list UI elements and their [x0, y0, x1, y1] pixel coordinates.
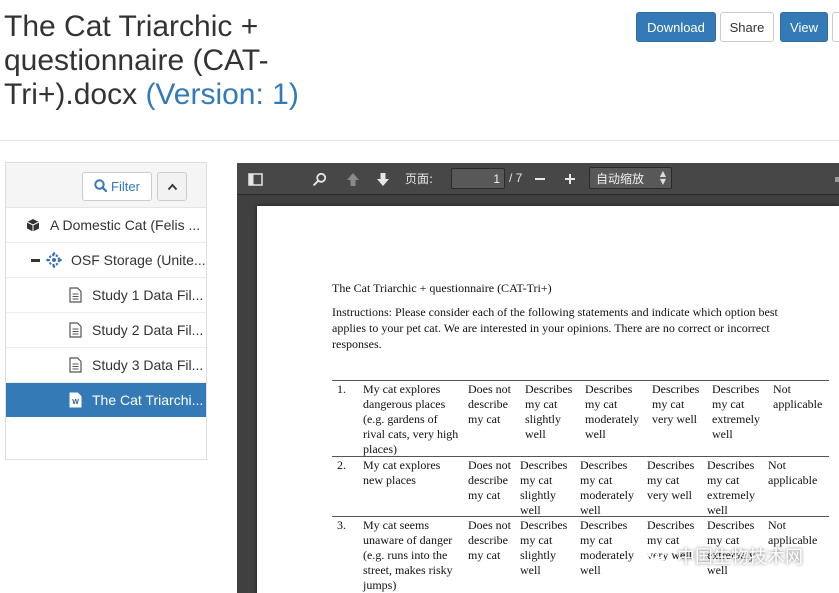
select-arrows-icon: ▲ ▼	[659, 169, 666, 186]
tree-item-label: Study 1 Data Fil...	[92, 287, 204, 303]
page-label: 页面:	[405, 172, 434, 186]
cube-icon	[25, 216, 41, 234]
pdf-toolbar: 页面: / 7 自动缩放 ▲▼	[237, 163, 839, 195]
share-button[interactable]: Share	[720, 12, 774, 42]
header-divider	[0, 140, 839, 141]
item-number: 3.	[337, 518, 346, 532]
file-tree-header: Filter	[6, 163, 206, 208]
tree-item-label: The Cat Triarchi...	[92, 392, 204, 408]
next-page-icon[interactable]	[374, 170, 392, 188]
table-rule	[332, 380, 829, 381]
option-cell: Describes my cat very well	[652, 382, 700, 426]
zoom-in-icon[interactable]	[561, 170, 579, 188]
tree-item-label: A Domestic Cat (Felis ...	[50, 217, 201, 233]
page-total: / 7	[509, 171, 523, 185]
zoom-value: 自动缩放	[596, 171, 645, 186]
option-cell: Describes my cat slightly well	[525, 382, 573, 441]
option-cell: Describes my cat slightly well	[520, 518, 568, 577]
item-number: 1.	[337, 382, 346, 396]
option-cell: Does not describe my cat	[468, 382, 511, 426]
item-statement: My cat explores new places	[363, 458, 441, 487]
file-icon	[67, 286, 83, 304]
filter-label: Filter	[111, 179, 140, 194]
option-cell: Describes my cat extremely well	[707, 458, 755, 517]
tree-item-label: Study 2 Data Fil...	[92, 322, 204, 338]
watermark-text: 中国生物技术网	[677, 547, 803, 568]
pdf-viewer: 页面: / 7 自动缩放 ▲▼ The Cat Triarchic + ques…	[237, 163, 839, 593]
file-tree-empty-area	[6, 417, 206, 459]
chevron-up-icon	[167, 178, 178, 196]
search-icon[interactable]	[311, 170, 329, 188]
filter-button[interactable]: Filter	[82, 172, 152, 201]
svg-text:W: W	[72, 399, 79, 406]
sidebar-toggle-icon[interactable]	[246, 170, 264, 188]
version-label[interactable]: (Version: 1)	[145, 78, 298, 111]
item-number: 2.	[337, 458, 346, 472]
download-button[interactable]: Download	[636, 12, 716, 42]
document-title: The Cat Triarchic + questionnaire (CAT-T…	[332, 281, 552, 295]
tree-item-project[interactable]: A Domestic Cat (Felis ...	[6, 208, 206, 243]
item-statement: My cat seems unaware of danger (e.g. run…	[363, 518, 453, 592]
tree-item-osf-storage[interactable]: OSF Storage (Unite...	[6, 243, 206, 278]
view-button[interactable]: View	[780, 12, 828, 42]
file-icon	[67, 321, 83, 339]
toolbar-overflow-indicator[interactable]	[835, 177, 839, 182]
page-number-input[interactable]	[451, 168, 505, 189]
option-cell: Describes my cat moderately well	[585, 382, 639, 441]
minus-icon[interactable]	[31, 258, 40, 262]
watermark: 中国生物技术网	[647, 543, 803, 569]
search-icon	[94, 178, 108, 195]
pdf-page: The Cat Triarchic + questionnaire (CAT-T…	[257, 206, 839, 593]
zoom-out-icon[interactable]	[531, 170, 549, 188]
page-title: The Cat Triarchic + questionnaire (CAT-T…	[4, 10, 334, 112]
tree-item-study2[interactable]: Study 2 Data Fil...	[6, 313, 206, 348]
previous-page-icon[interactable]	[344, 170, 362, 188]
tree-item-study1[interactable]: Study 1 Data Fil...	[6, 278, 206, 313]
collapse-button[interactable]	[157, 172, 187, 201]
tree-item-selected-file[interactable]: W The Cat Triarchi...	[6, 383, 206, 418]
document-instructions: Instructions: Please consider each of th…	[332, 305, 778, 351]
tree-item-label: Study 3 Data Fil...	[92, 357, 204, 373]
file-tree-panel: Filter A Domestic Cat (Felis ... OSF Sto…	[5, 162, 207, 460]
item-statement: My cat explores dangerous places (e.g. g…	[363, 382, 459, 456]
option-cell: Describes my cat moderately well	[580, 518, 634, 577]
wechat-icon	[647, 544, 671, 569]
option-cell: Describes my cat very well	[647, 458, 695, 502]
option-cell: Describes my cat extremely well	[712, 382, 760, 441]
tree-item-label: OSF Storage (Unite...	[71, 252, 206, 268]
storage-icon	[46, 251, 62, 269]
option-cell: Describes my cat moderately well	[580, 458, 634, 517]
option-cell: Not applicable	[773, 382, 823, 411]
zoom-select[interactable]: 自动缩放 ▲ ▼	[589, 167, 672, 189]
tree-item-study3[interactable]: Study 3 Data Fil...	[6, 348, 206, 383]
option-cell: Describes my cat slightly well	[520, 458, 568, 517]
word-file-icon: W	[67, 391, 83, 409]
option-cell: Not applicable	[768, 458, 818, 487]
option-cell: Does not describe my cat	[468, 458, 511, 502]
file-icon	[67, 356, 83, 374]
edit-button[interactable]	[832, 12, 839, 42]
option-cell: Does not describe my cat	[468, 518, 511, 562]
